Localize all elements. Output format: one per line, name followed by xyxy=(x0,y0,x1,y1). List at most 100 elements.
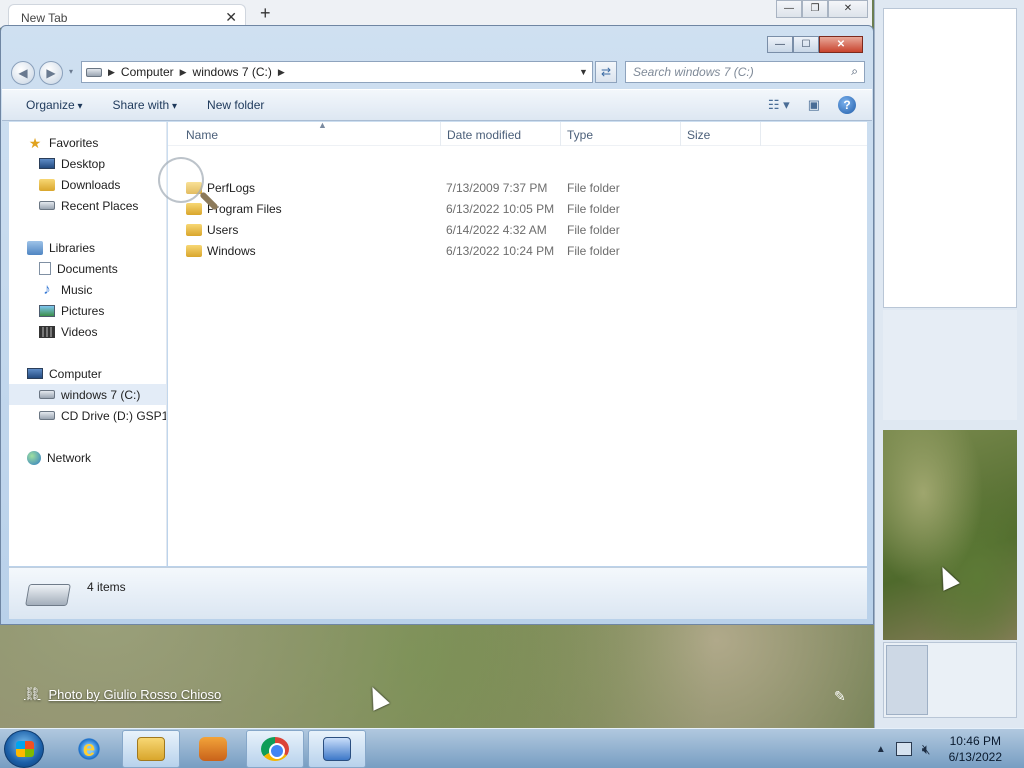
breadcrumb-computer[interactable]: Computer xyxy=(121,65,174,79)
file-type: File folder xyxy=(567,181,620,195)
nav-documents[interactable]: Documents xyxy=(9,258,166,279)
nav-libraries[interactable]: Libraries xyxy=(9,237,166,258)
photo-credit-link[interactable]: ⛓ Photo by Giulio Rosso Chioso xyxy=(24,686,221,702)
search-input[interactable]: Search windows 7 (C:) ⌕ xyxy=(625,61,865,83)
change-view-icon[interactable]: ☷ ▾ xyxy=(768,97,790,113)
clock[interactable]: 10:46 PM 6/13/2022 xyxy=(949,733,1002,765)
show-hidden-icons-icon[interactable]: ▲ xyxy=(876,744,886,755)
file-date: 6/14/2022 4:32 AM xyxy=(446,223,547,237)
nav-pictures-label: Pictures xyxy=(61,303,105,318)
magnifier-icon xyxy=(158,157,204,203)
column-date-modified[interactable]: Date modified xyxy=(441,122,561,146)
search-icon[interactable]: ⌕ xyxy=(851,64,858,79)
side-window-footer xyxy=(883,642,1017,718)
file-date: 6/13/2022 10:05 PM xyxy=(446,202,555,216)
share-with-menu[interactable]: Share with xyxy=(113,98,178,112)
pictures-icon xyxy=(39,304,55,317)
preview-pane-icon[interactable]: ▣ xyxy=(808,97,820,113)
address-bar[interactable]: ▶ Computer ▶ windows 7 (C:) ▶ xyxy=(81,61,593,83)
downloads-folder-icon xyxy=(39,178,55,191)
taskbar-chrome[interactable] xyxy=(246,730,304,768)
close-button[interactable]: ✕ xyxy=(819,36,863,53)
refresh-button[interactable]: ⇄ xyxy=(595,61,617,83)
tab-close-icon[interactable]: ✕ xyxy=(225,9,237,26)
file-row[interactable]: PerfLogs 7/13/2009 7:37 PM File folder xyxy=(180,178,770,199)
star-icon: ★ xyxy=(28,134,42,151)
taskbar-media-player[interactable] xyxy=(184,730,242,768)
file-type: File folder xyxy=(567,223,620,237)
network-globe-icon xyxy=(27,450,41,465)
videos-icon xyxy=(39,325,55,338)
maximize-button[interactable]: ☐ xyxy=(793,36,819,53)
side-window-pane xyxy=(883,8,1017,308)
nav-network[interactable]: Network xyxy=(9,447,166,468)
file-list: Name ▲ Date modified Type Size PerfLogs … xyxy=(168,120,867,566)
nav-computer[interactable]: Computer xyxy=(9,363,166,384)
nav-drive-c[interactable]: windows 7 (C:) xyxy=(9,384,166,405)
column-name[interactable]: Name ▲ xyxy=(180,120,441,146)
minimize-button[interactable]: — xyxy=(767,36,793,53)
nav-videos[interactable]: Videos xyxy=(9,321,166,342)
file-date: 7/13/2009 7:37 PM xyxy=(446,181,548,195)
navigation-pane: ★ Favorites Desktop Downloads Recent Pla… xyxy=(9,122,167,566)
file-row[interactable]: Windows 6/13/2022 10:24 PM File folder xyxy=(180,241,770,262)
media-player-icon xyxy=(199,737,227,761)
breadcrumb-chevron-icon[interactable]: ▶ xyxy=(278,67,285,78)
recent-pages-dropdown[interactable]: ▾ xyxy=(65,61,77,85)
file-name: Windows xyxy=(207,244,256,258)
windows-logo-icon xyxy=(16,741,34,757)
browser-tab-title: New Tab xyxy=(21,11,68,25)
browser-minimize-button[interactable]: — xyxy=(776,0,802,18)
breadcrumb-drive[interactable]: windows 7 (C:) xyxy=(193,65,272,79)
speaker-muted-icon[interactable]: 🔇︎ xyxy=(922,741,931,758)
new-tab-button[interactable]: + xyxy=(260,3,271,24)
breadcrumb-chevron-icon[interactable]: ▶ xyxy=(108,67,115,78)
column-size[interactable]: Size xyxy=(681,122,761,146)
help-icon[interactable]: ? xyxy=(838,96,856,114)
nav-favorites[interactable]: ★ Favorites xyxy=(9,132,166,153)
nav-desktop-label: Desktop xyxy=(61,156,106,171)
file-row[interactable]: Users 6/14/2022 4:32 AM File folder xyxy=(180,220,770,241)
computer-icon xyxy=(86,67,102,77)
nav-documents-label: Documents xyxy=(57,261,118,276)
nav-downloads[interactable]: Downloads xyxy=(9,174,166,195)
nav-desktop[interactable]: Desktop xyxy=(9,153,166,174)
back-button[interactable]: ◀ xyxy=(11,61,35,85)
browser-close-button[interactable]: ✕ xyxy=(828,0,868,18)
cd-drive-icon xyxy=(39,411,55,420)
item-count: 4 items xyxy=(87,580,126,594)
nav-libraries-label: Libraries xyxy=(49,240,96,255)
file-date: 6/13/2022 10:24 PM xyxy=(446,244,555,258)
taskbar-internet-explorer[interactable]: e xyxy=(60,730,118,768)
hard-drive-icon xyxy=(39,390,55,399)
side-window-photo xyxy=(883,430,1017,640)
breadcrumb-chevron-icon[interactable]: ▶ xyxy=(180,67,187,78)
sort-ascending-icon: ▲ xyxy=(318,120,327,130)
forward-button[interactable]: ▶ xyxy=(39,61,63,85)
address-history-dropdown[interactable]: ▼ xyxy=(579,61,593,83)
libraries-icon xyxy=(27,240,43,255)
taskbar-file-explorer[interactable] xyxy=(122,730,180,768)
desktop-icon xyxy=(39,158,55,169)
organize-menu[interactable]: Organize xyxy=(26,98,83,112)
new-folder-button[interactable]: New folder xyxy=(207,98,264,112)
column-type[interactable]: Type xyxy=(561,122,681,146)
nav-recent-places[interactable]: Recent Places xyxy=(9,195,166,216)
file-name: Users xyxy=(207,223,239,237)
file-type: File folder xyxy=(567,202,620,216)
side-window xyxy=(874,0,1024,728)
nav-pictures[interactable]: Pictures xyxy=(9,300,166,321)
nav-music[interactable]: ♪ Music xyxy=(9,279,166,300)
file-row[interactable]: Program Files 6/13/2022 10:05 PM File fo… xyxy=(180,199,770,220)
network-icon[interactable] xyxy=(895,742,912,756)
folder-icon xyxy=(186,203,202,215)
chrome-icon xyxy=(261,737,289,761)
browser-restore-button[interactable]: ❐ xyxy=(802,0,828,18)
window-controls: — ☐ ✕ xyxy=(767,36,863,53)
edit-pencil-icon[interactable]: ✎ xyxy=(834,688,846,705)
taskbar-remote-desktop[interactable] xyxy=(308,730,366,768)
side-window-thumbnail[interactable] xyxy=(886,645,928,715)
start-button[interactable] xyxy=(4,730,44,768)
column-name-label: Name xyxy=(186,128,219,142)
nav-drive-d[interactable]: CD Drive (D:) GSP1R xyxy=(9,405,166,426)
